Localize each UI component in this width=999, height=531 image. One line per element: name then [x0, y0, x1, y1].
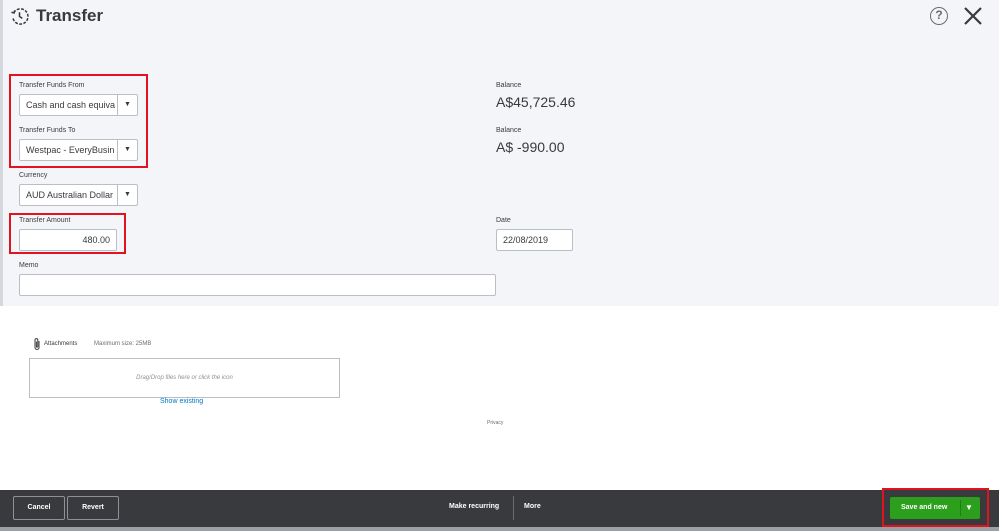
history-clock-icon: [11, 8, 29, 25]
more-button[interactable]: More: [524, 503, 541, 510]
attachments-max-size: Maximum size: 25MB: [94, 341, 152, 347]
currency-value: AUD Australian Dollar: [26, 190, 114, 200]
footer-divider: [513, 496, 514, 520]
memo-input[interactable]: [19, 274, 496, 296]
show-existing-link[interactable]: Show existing: [160, 398, 203, 405]
highlight-save: [882, 488, 989, 527]
to-balance-value: A$ -990.00: [496, 139, 565, 155]
date-input[interactable]: 22/08/2019: [496, 229, 573, 251]
attachments-label: Attachments: [44, 341, 78, 347]
memo-label: Memo: [19, 262, 39, 269]
currency-label: Currency: [19, 172, 48, 179]
privacy-link[interactable]: Privacy: [487, 420, 503, 426]
from-balance-value: A$45,725.46: [496, 94, 576, 110]
help-icon[interactable]: ?: [930, 7, 948, 25]
page-title: Transfer: [36, 6, 104, 25]
chevron-down-icon[interactable]: ▼: [117, 185, 137, 205]
from-balance-label: Balance: [496, 82, 522, 89]
footer-bar: Cancel Revert Make recurring More Save a…: [0, 488, 999, 531]
highlight-amount: [9, 213, 126, 254]
date-label: Date: [496, 217, 511, 224]
revert-button[interactable]: Revert: [67, 496, 119, 520]
cancel-button[interactable]: Cancel: [13, 496, 65, 520]
to-balance-label: Balance: [496, 127, 522, 134]
paperclip-icon[interactable]: [32, 337, 42, 351]
highlight-accounts: [9, 74, 148, 168]
close-icon[interactable]: [962, 5, 984, 27]
taskbar-strip: [0, 527, 999, 531]
currency-select[interactable]: AUD Australian Dollar ▼: [19, 184, 138, 206]
make-recurring-button[interactable]: Make recurring: [449, 503, 499, 510]
attachments-dropzone[interactable]: Drag/Drop files here or click the icon: [29, 358, 340, 398]
header: Transfer ?: [0, 0, 999, 36]
